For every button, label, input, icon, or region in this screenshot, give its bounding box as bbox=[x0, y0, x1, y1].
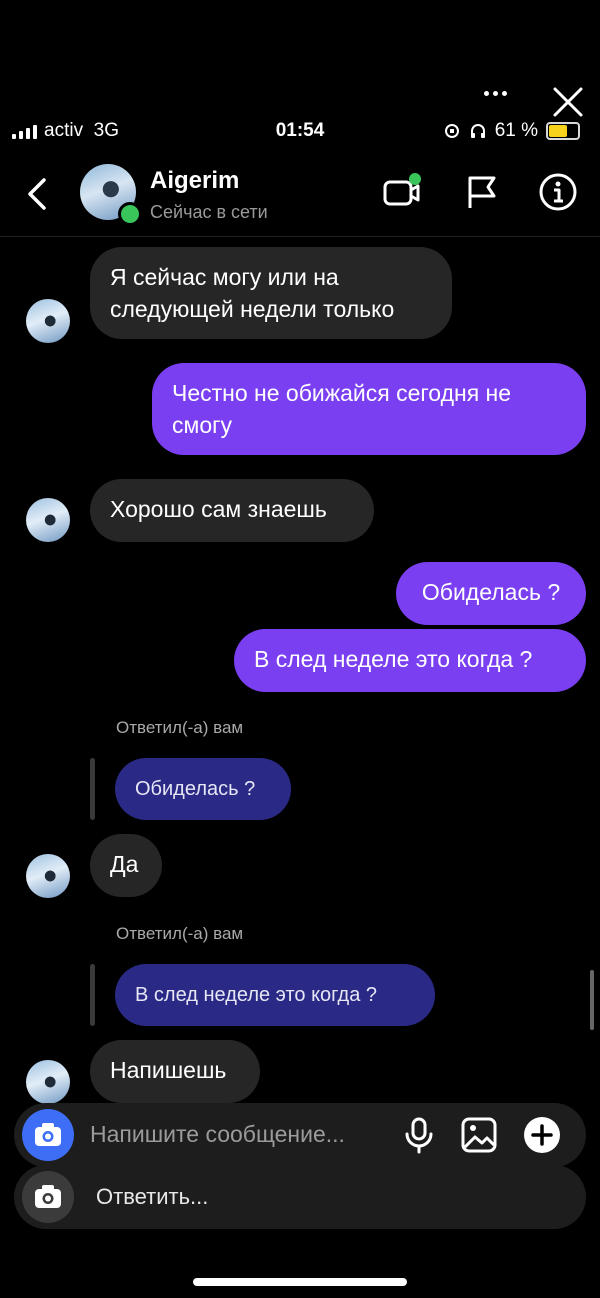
message-bubble[interactable]: Я сейчас могу или на следующей недели то… bbox=[90, 247, 452, 339]
message-avatar[interactable] bbox=[26, 854, 70, 898]
reply-bar bbox=[90, 758, 95, 820]
message-bubble[interactable]: В след неделе это когда ? bbox=[234, 629, 586, 692]
message-bubble[interactable]: Напишешь bbox=[90, 1040, 260, 1103]
camera-icon bbox=[35, 1185, 61, 1208]
status-right: 61 % bbox=[443, 120, 580, 142]
status-bar: activ 3G 01:54 61 % bbox=[0, 118, 600, 146]
message-bubble[interactable]: Обиделась ? bbox=[396, 562, 586, 625]
camera-icon bbox=[35, 1123, 61, 1146]
flag-icon[interactable] bbox=[460, 170, 504, 214]
contact-name[interactable]: Aigerim bbox=[150, 167, 239, 195]
orientation-lock-icon bbox=[444, 124, 459, 138]
camera-button-secondary[interactable] bbox=[22, 1171, 74, 1223]
message-bubble[interactable]: Да bbox=[90, 834, 162, 897]
video-call-icon[interactable] bbox=[380, 170, 424, 214]
reply-bar bbox=[90, 964, 95, 1026]
quick-reply-input[interactable]: Ответить... bbox=[96, 1184, 208, 1210]
battery-icon bbox=[546, 122, 580, 140]
reply-note: Ответил(-а) вам bbox=[116, 924, 244, 943]
message-avatar[interactable] bbox=[26, 299, 70, 343]
message-bubble[interactable]: Хорошо сам знаешь bbox=[90, 479, 374, 542]
quoted-message[interactable]: Обиделась ? bbox=[115, 758, 291, 820]
close-icon[interactable] bbox=[552, 86, 584, 118]
scrollbar[interactable] bbox=[590, 970, 594, 1030]
message-avatar[interactable] bbox=[26, 498, 70, 542]
microphone-icon[interactable] bbox=[400, 1116, 438, 1154]
plus-icon[interactable] bbox=[523, 1116, 561, 1154]
battery-percent: 61 % bbox=[494, 120, 538, 141]
gallery-icon[interactable] bbox=[460, 1116, 498, 1154]
chat-header: Aigerim Сейчас в сети bbox=[0, 150, 600, 237]
message-avatar[interactable] bbox=[26, 1060, 70, 1104]
message-input[interactable]: Напишите сообщение... bbox=[90, 1121, 345, 1148]
quoted-message[interactable]: В след неделе это когда ? bbox=[115, 964, 435, 1026]
message-bubble[interactable]: Честно не обижайся сегодня не смогу bbox=[152, 363, 586, 455]
headphones-icon bbox=[470, 124, 485, 138]
online-indicator bbox=[118, 202, 142, 226]
contact-status: Сейчас в сети bbox=[150, 202, 268, 222]
home-indicator[interactable] bbox=[193, 1278, 407, 1286]
more-icon[interactable] bbox=[484, 86, 512, 100]
camera-button[interactable] bbox=[22, 1109, 74, 1161]
reply-note: Ответил(-а) вам bbox=[116, 718, 244, 737]
back-icon[interactable] bbox=[24, 176, 52, 212]
info-icon[interactable] bbox=[536, 170, 580, 214]
